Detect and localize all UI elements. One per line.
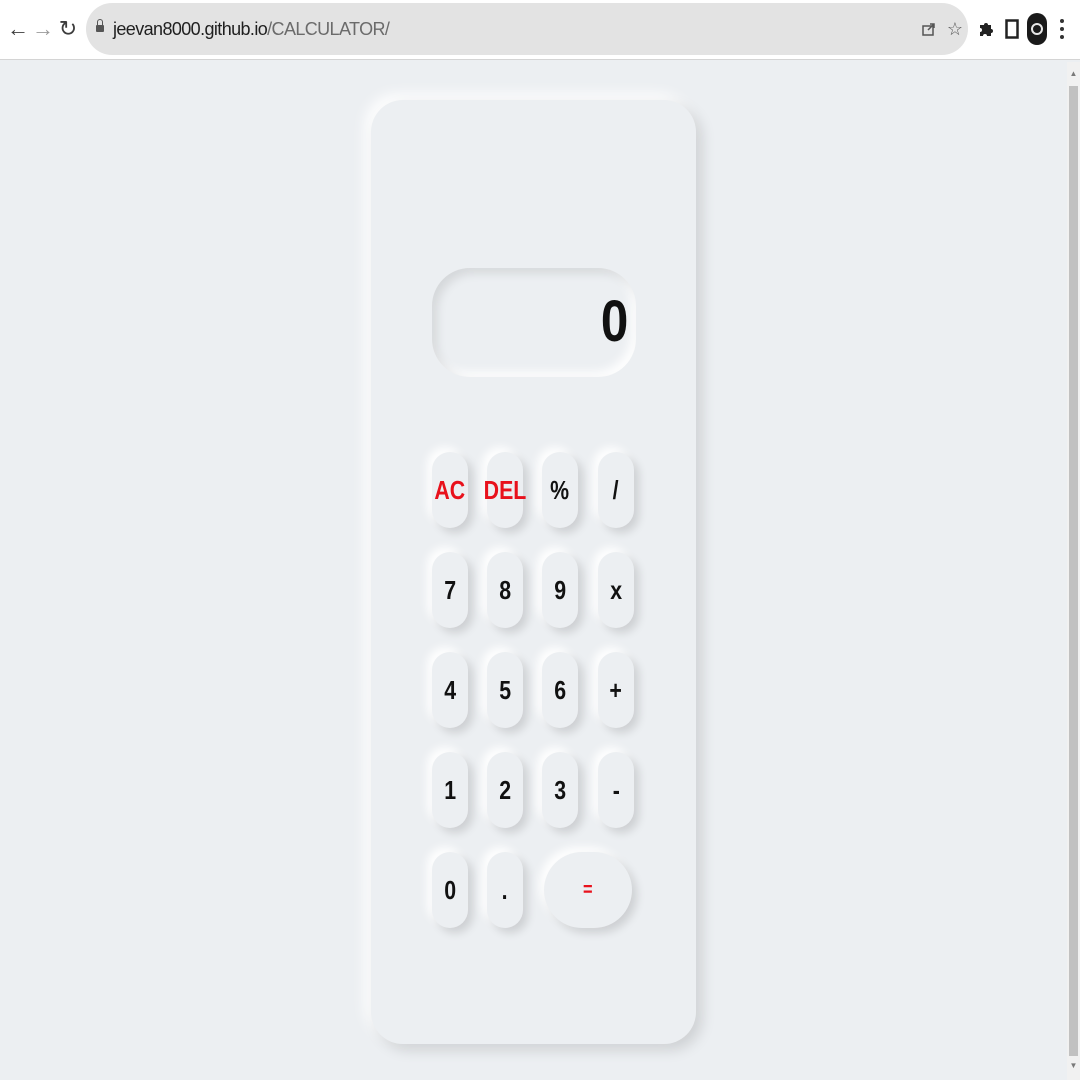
digit-7-label: 7 bbox=[444, 574, 456, 605]
digit-4-label: 4 bbox=[444, 674, 456, 705]
percent-button[interactable]: % bbox=[542, 452, 578, 528]
digit-9-label: 9 bbox=[554, 574, 566, 605]
calculator: 0 AC DEL % / 7 8 9 x 4 5 6 + 1 2 3 - 0 .… bbox=[371, 100, 696, 1044]
percent-label: % bbox=[550, 474, 570, 505]
minus-label: - bbox=[612, 774, 620, 805]
delete-button[interactable]: DEL bbox=[484, 452, 526, 528]
side-panel-icon[interactable] bbox=[998, 14, 1026, 44]
url-host: jeevan8000.github.io bbox=[113, 19, 268, 39]
digit-8-button[interactable]: 8 bbox=[487, 552, 523, 628]
digit-8-label: 8 bbox=[499, 574, 511, 605]
browser-toolbar: ← → ↻ jeevan8000.github.io/CALCULATOR/ ☆ bbox=[0, 0, 1080, 60]
digit-2-button[interactable]: 2 bbox=[487, 752, 523, 828]
equals-button[interactable]: = bbox=[544, 852, 632, 928]
address-bar[interactable]: jeevan8000.github.io/CALCULATOR/ ☆ bbox=[86, 3, 968, 55]
scroll-up-icon[interactable]: ▲ bbox=[1067, 66, 1080, 80]
digit-0-button[interactable]: 0 bbox=[432, 852, 468, 928]
digit-7-button[interactable]: 7 bbox=[432, 552, 468, 628]
digit-3-label: 3 bbox=[554, 774, 566, 805]
lock-icon[interactable] bbox=[96, 19, 104, 34]
display-value: 0 bbox=[600, 289, 628, 354]
equals-label: = bbox=[583, 878, 593, 901]
digit-9-button[interactable]: 9 bbox=[542, 552, 578, 628]
delete-label: DEL bbox=[483, 474, 527, 505]
digit-0-label: 0 bbox=[444, 874, 456, 905]
divide-label: / bbox=[613, 474, 619, 505]
decimal-point-label: . bbox=[502, 874, 508, 905]
calculator-display: 0 bbox=[432, 268, 636, 377]
digit-1-button[interactable]: 1 bbox=[432, 752, 468, 828]
minus-button[interactable]: - bbox=[598, 752, 634, 828]
scroll-thumb[interactable] bbox=[1069, 86, 1078, 1056]
plus-label: + bbox=[609, 674, 623, 705]
kebab-menu-icon[interactable] bbox=[1057, 16, 1067, 42]
multiply-label: x bbox=[610, 574, 622, 605]
reload-icon[interactable]: ↻ bbox=[53, 14, 83, 44]
all-clear-label: AC bbox=[434, 474, 466, 505]
digit-1-label: 1 bbox=[444, 774, 456, 805]
page-scrollbar[interactable]: ▲ ▼ bbox=[1067, 62, 1080, 1080]
digit-5-button[interactable]: 5 bbox=[487, 652, 523, 728]
url-path: /CALCULATOR/ bbox=[267, 19, 390, 39]
divide-button[interactable]: / bbox=[598, 452, 634, 528]
scroll-down-icon[interactable]: ▼ bbox=[1067, 1058, 1080, 1072]
extensions-puzzle-icon[interactable] bbox=[972, 14, 1000, 44]
digit-5-label: 5 bbox=[499, 674, 511, 705]
star-icon[interactable]: ☆ bbox=[944, 18, 966, 40]
digit-3-button[interactable]: 3 bbox=[542, 752, 578, 828]
digit-4-button[interactable]: 4 bbox=[432, 652, 468, 728]
all-clear-button[interactable]: AC bbox=[432, 452, 468, 528]
plus-button[interactable]: + bbox=[598, 652, 634, 728]
digit-2-label: 2 bbox=[499, 774, 511, 805]
decimal-point-button[interactable]: . bbox=[487, 852, 523, 928]
url-text[interactable]: jeevan8000.github.io/CALCULATOR/ bbox=[113, 19, 390, 40]
multiply-button[interactable]: x bbox=[598, 552, 634, 628]
share-icon[interactable] bbox=[918, 18, 940, 40]
digit-6-button[interactable]: 6 bbox=[542, 652, 578, 728]
digit-6-label: 6 bbox=[554, 674, 566, 705]
profile-avatar-icon[interactable] bbox=[1027, 13, 1047, 45]
